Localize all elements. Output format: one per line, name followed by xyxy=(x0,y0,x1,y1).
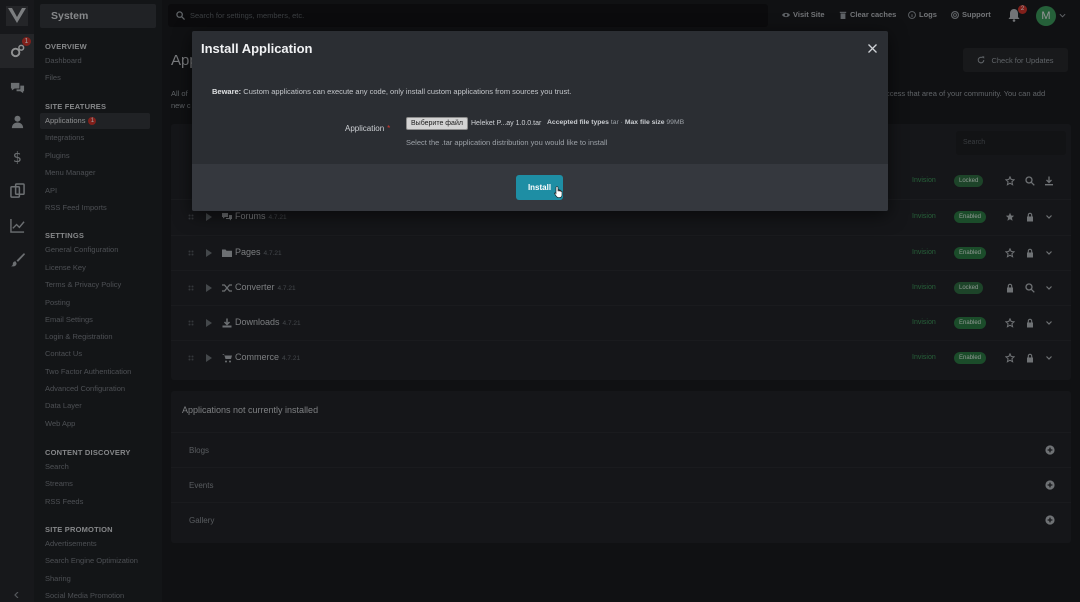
dialog-title: Install Application xyxy=(201,41,313,56)
admin-app: 1 $ System OVERVIEW Dashboard Files SITE… xyxy=(0,0,1080,602)
choose-file-button[interactable]: Выберите файл xyxy=(406,117,468,130)
required-marker: * xyxy=(387,124,391,133)
hand-cursor-icon xyxy=(554,186,563,198)
field-label-text: Application xyxy=(345,124,385,133)
selected-file-name: Heleket P...ay 1.0.0.tar xyxy=(471,120,542,127)
max-size-label: Max file size xyxy=(624,119,665,126)
field-label: Application * xyxy=(345,124,390,133)
accepted-types-value: tar xyxy=(610,119,619,126)
field-help-text: Select the .tar application distribution… xyxy=(406,138,608,147)
install-application-dialog: Install Application Beware: Custom appli… xyxy=(192,31,888,211)
warning-label: Beware: xyxy=(212,87,242,96)
close-icon[interactable] xyxy=(867,43,878,54)
warning-text: Custom applications can execute any code… xyxy=(243,87,572,96)
max-size-value: 99MB xyxy=(666,119,685,126)
file-restrictions: Accepted file types tar · Max file size … xyxy=(547,119,685,126)
warning-message: Beware: Custom applications can execute … xyxy=(212,87,571,96)
accepted-types-label: Accepted file types xyxy=(547,119,609,126)
